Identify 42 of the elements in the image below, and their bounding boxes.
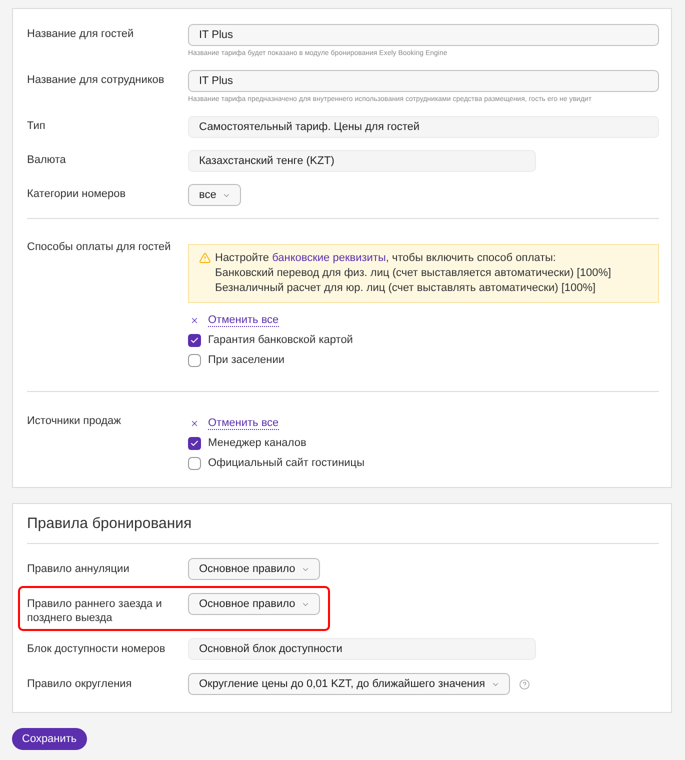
field-label: Источники продаж — [27, 414, 122, 429]
check-icon — [190, 438, 199, 448]
section-title: Правила бронирования — [27, 514, 193, 534]
cross-icon[interactable] — [190, 316, 199, 324]
select-dropdown[interactable]: Основное правило — [188, 558, 320, 580]
field-label: Категории номеров — [27, 187, 127, 202]
alert-text: Настройте банковские реквизиты, чтобы включить способ оплаты: — [215, 251, 557, 266]
select-dropdown[interactable]: Округление цены до 0,01 KZT, до ближайшего значения — [188, 673, 510, 695]
cross-icon[interactable] — [190, 418, 199, 428]
help-icon[interactable] — [519, 679, 530, 690]
field-label: Валюта — [27, 153, 67, 168]
save-button[interactable]: Сохранить — [12, 728, 87, 750]
field-label: Название для гостей — [27, 27, 135, 42]
alert-text: Безналичный расчет для юр. лиц (счет выставлять автоматически) [100%] — [215, 281, 597, 296]
readonly-field: Казахстанский тенге (KZT) — [188, 150, 536, 172]
readonly-field: Самостоятельный тариф. Цены для гостей — [188, 116, 659, 138]
field-label: Правило раннего заезда и позднего выезда — [27, 597, 163, 625]
alert-text: Банковский перевод для физ. лиц (счет выставляется автоматически) [100%] — [215, 266, 612, 281]
field-label: Тип — [27, 119, 46, 134]
field-label: Правило округления — [27, 677, 133, 691]
warning-icon — [199, 252, 211, 264]
clear-all-link[interactable]: Отменить все — [208, 314, 279, 326]
field-label: Способы оплаты для гостей — [27, 240, 172, 255]
select-dropdown[interactable]: Основное правило — [188, 593, 320, 615]
field-label: Название для сотрудников — [27, 73, 166, 88]
clear-all-link[interactable]: Отменить все — [208, 416, 279, 430]
text-input[interactable]: IT Plus — [188, 70, 659, 92]
text-input[interactable]: IT Plus — [188, 24, 659, 46]
checkbox[interactable] — [188, 334, 201, 346]
bank-details-link[interactable]: банковские реквизиты — [272, 252, 386, 264]
field-label: Блок доступности номеров — [27, 642, 166, 656]
field-label: Правило аннуляции — [27, 562, 130, 576]
select-dropdown[interactable]: все — [188, 184, 242, 206]
checkbox[interactable] — [188, 436, 201, 450]
checkbox-label: Официальный сайт гостиницы — [208, 456, 364, 471]
checkbox-label: Гарантия банковской картой — [208, 332, 353, 348]
check-icon — [190, 336, 199, 344]
checkbox[interactable] — [188, 456, 201, 470]
checkbox[interactable] — [188, 354, 201, 366]
checkbox-label: Менеджер каналов — [208, 436, 306, 451]
checkbox-label: При заселении — [208, 352, 285, 368]
readonly-field: Основной блок доступности — [188, 638, 536, 660]
